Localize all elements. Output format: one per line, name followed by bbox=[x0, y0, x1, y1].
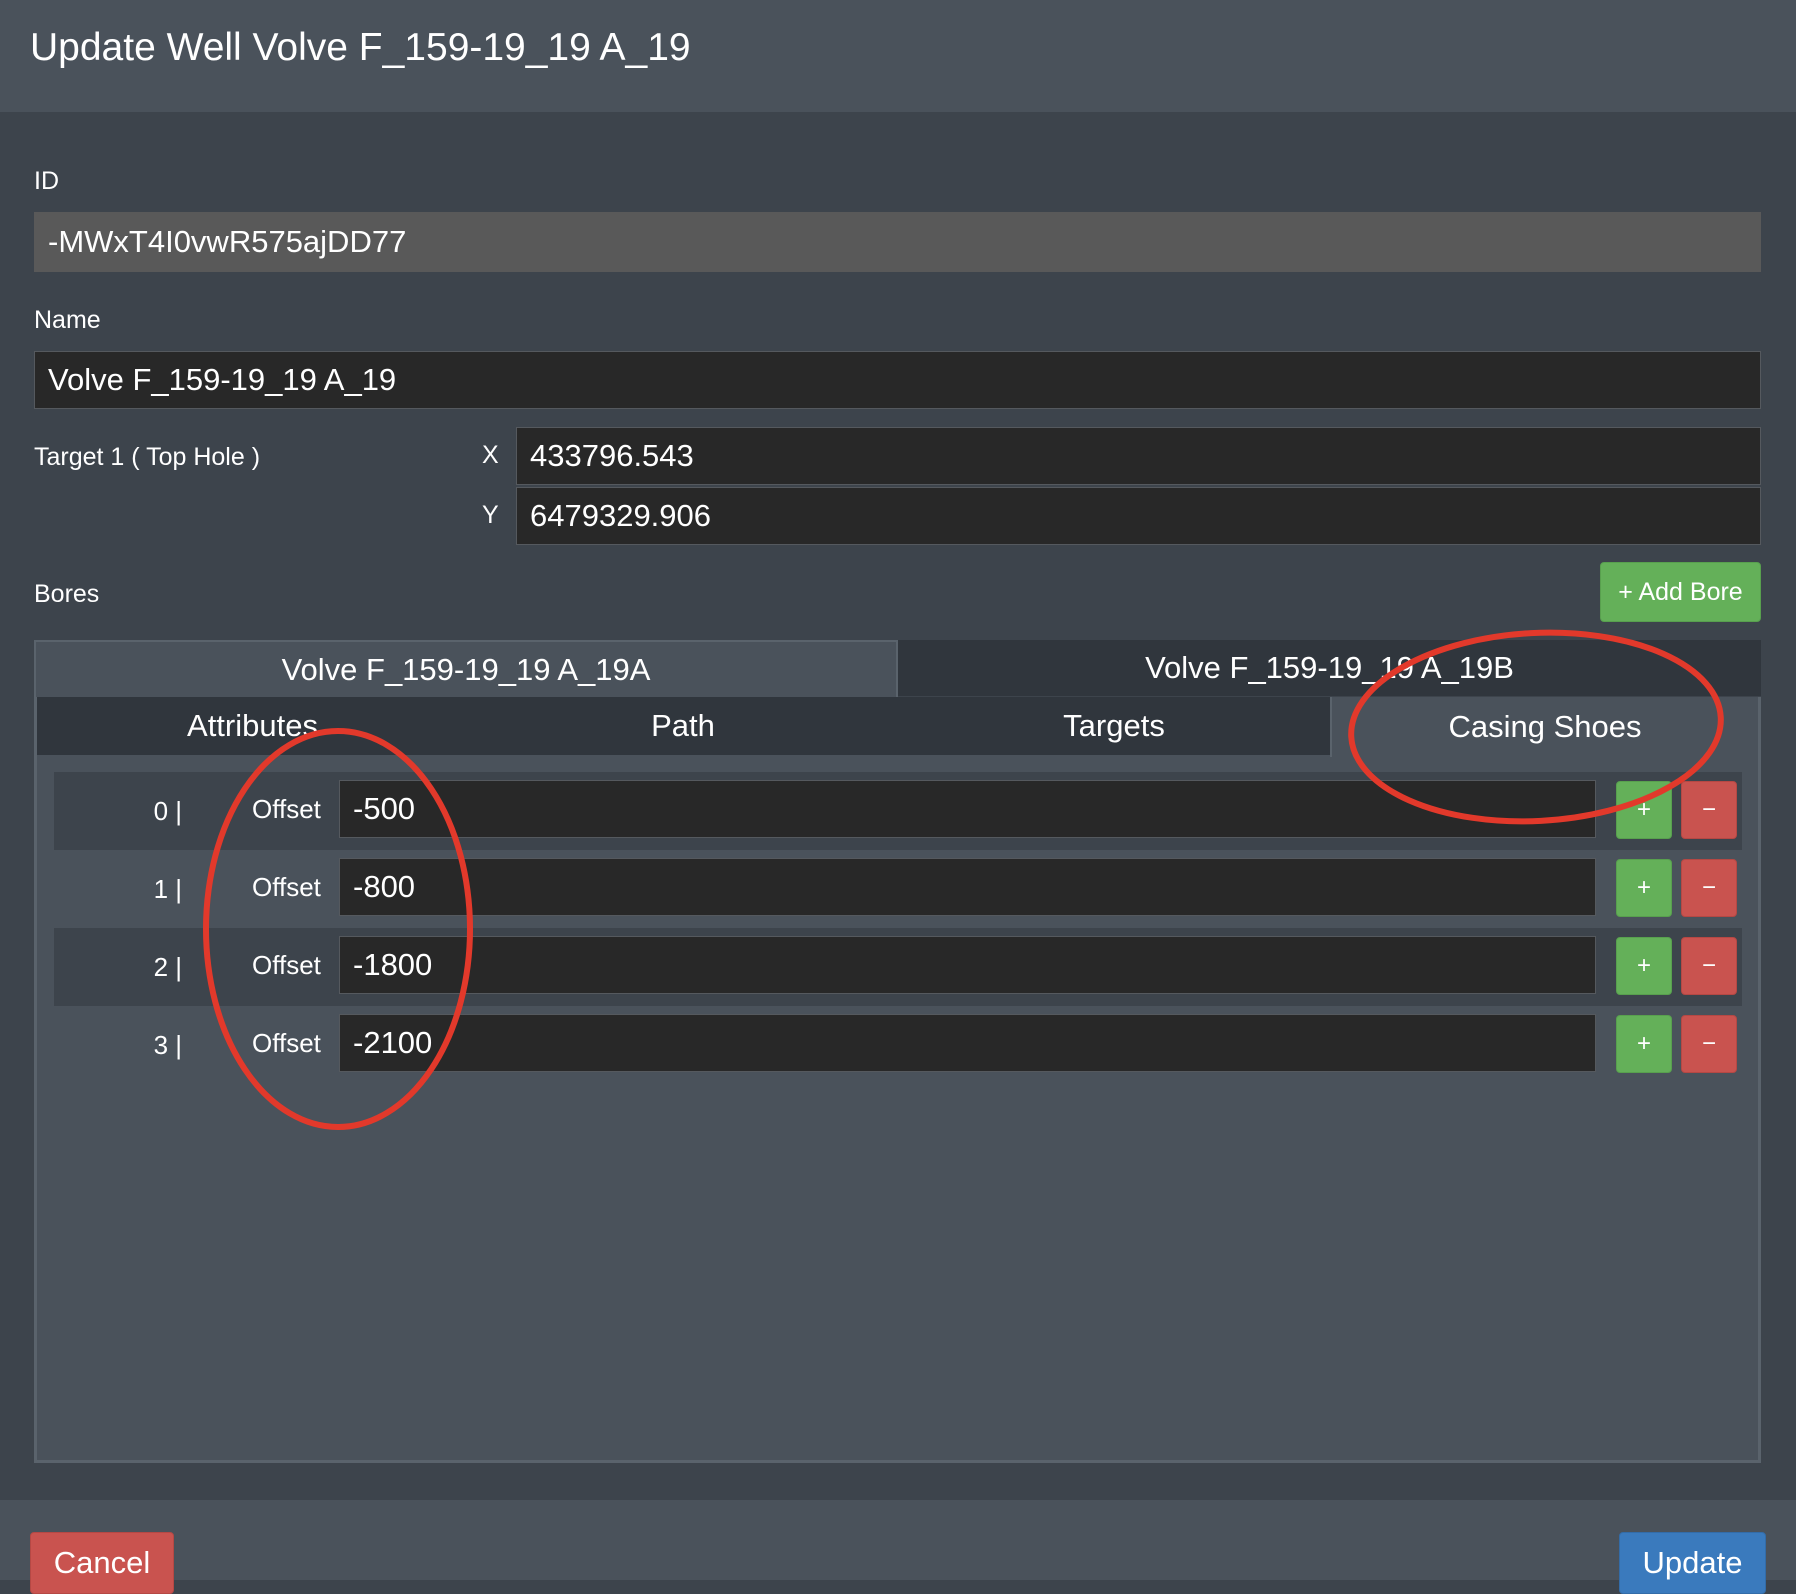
tab-path[interactable]: Path bbox=[468, 697, 898, 755]
remove-row-button[interactable]: − bbox=[1681, 937, 1737, 995]
offset-label: Offset bbox=[252, 1028, 321, 1058]
x-label: X bbox=[482, 441, 499, 469]
add-row-button[interactable]: + bbox=[1616, 781, 1672, 839]
offset-input[interactable] bbox=[339, 780, 1596, 838]
bores-label: Bores bbox=[34, 580, 100, 608]
row-index: 3 | bbox=[153, 1030, 182, 1060]
row-index: 0 | bbox=[153, 796, 182, 826]
target-y-field[interactable] bbox=[516, 487, 1761, 545]
name-label: Name bbox=[34, 306, 101, 334]
add-row-button[interactable]: + bbox=[1616, 1015, 1672, 1073]
add-row-button[interactable]: + bbox=[1616, 859, 1672, 917]
id-field bbox=[34, 212, 1761, 272]
offset-input[interactable] bbox=[339, 1014, 1596, 1072]
target-label: Target 1 ( Top Hole ) bbox=[34, 443, 261, 471]
dialog-header: Update Well Volve F_159-19_19 A_19 bbox=[0, 0, 1796, 112]
tab-bore-a[interactable]: Volve F_159-19_19 A_19A bbox=[34, 640, 898, 698]
offset-label: Offset bbox=[252, 950, 321, 980]
offset-label: Offset bbox=[252, 872, 321, 902]
tab-targets[interactable]: Targets bbox=[898, 697, 1330, 755]
row-index: 1 | bbox=[153, 874, 182, 904]
tab-casing-shoes[interactable]: Casing Shoes bbox=[1330, 697, 1758, 757]
row-index: 2 | bbox=[153, 952, 182, 982]
add-row-button[interactable]: + bbox=[1616, 937, 1672, 995]
cancel-button[interactable]: Cancel bbox=[30, 1532, 174, 1594]
offset-label: Offset bbox=[252, 794, 321, 824]
name-field[interactable] bbox=[34, 351, 1761, 409]
tab-attributes[interactable]: Attributes bbox=[37, 697, 468, 755]
y-label: Y bbox=[482, 501, 499, 529]
remove-row-button[interactable]: − bbox=[1681, 859, 1737, 917]
id-label: ID bbox=[34, 167, 59, 195]
target-x-field[interactable] bbox=[516, 427, 1761, 485]
remove-row-button[interactable]: − bbox=[1681, 781, 1737, 839]
add-bore-button[interactable]: + Add Bore bbox=[1600, 562, 1761, 622]
dialog-footer bbox=[0, 1500, 1796, 1580]
offset-input[interactable] bbox=[339, 936, 1596, 994]
remove-row-button[interactable]: − bbox=[1681, 1015, 1737, 1073]
update-button[interactable]: Update bbox=[1619, 1532, 1766, 1594]
offset-input[interactable] bbox=[339, 858, 1596, 916]
tab-bore-b[interactable]: Volve F_159-19_19 A_19B bbox=[898, 640, 1761, 696]
dialog-title: Update Well Volve F_159-19_19 A_19 bbox=[30, 26, 691, 69]
